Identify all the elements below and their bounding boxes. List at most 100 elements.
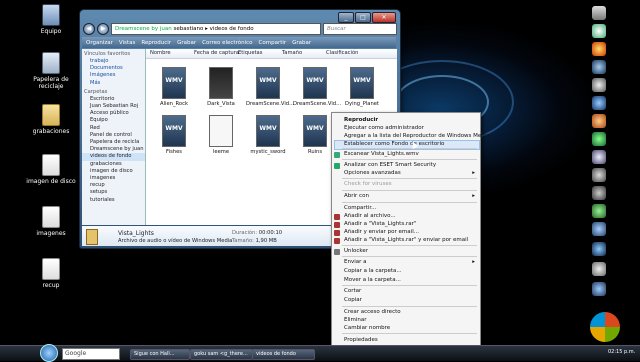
column-header[interactable]: Etiquetas: [234, 49, 278, 58]
gadget-icon[interactable]: [592, 150, 606, 164]
address-segment[interactable]: sebastiano: [174, 26, 204, 32]
column-header[interactable]: Clasificación: [322, 49, 366, 58]
column-header[interactable]: Fecha de captura: [190, 49, 239, 58]
toolbar-vistas[interactable]: Vistas: [119, 40, 135, 46]
folder-tree-item[interactable]: grabaciones: [82, 161, 145, 168]
toolbar-correo[interactable]: Correo electrónico: [202, 40, 252, 46]
desktop-icon-imagen-de-disco[interactable]: imagen de disco: [21, 154, 81, 185]
file-item[interactable]: Dark_Vista: [199, 67, 243, 107]
folder-tree-item[interactable]: imagen de disco: [82, 168, 145, 175]
taskbar-button[interactable]: videos de fondo: [252, 349, 315, 360]
back-button[interactable]: ◀: [83, 23, 95, 35]
close-button[interactable]: ✕: [372, 12, 396, 23]
gadget-icon[interactable]: [592, 6, 606, 20]
folder-tree-item-selected[interactable]: videos de fondo: [82, 153, 145, 161]
folder-tree-item[interactable]: Equipo: [82, 117, 145, 124]
context-menu-item[interactable]: Propiedades: [344, 337, 378, 343]
context-menu-item[interactable]: Copiar: [344, 297, 362, 303]
menu-item-icon: [334, 214, 340, 220]
context-menu-item[interactable]: Escanear Vista_Lights.wmv: [344, 151, 419, 157]
column-header[interactable]: Tamaño: [278, 49, 322, 58]
context-menu-item[interactable]: Unlocker: [344, 248, 368, 254]
favorite-link[interactable]: Imágenes: [82, 72, 145, 79]
gadget-icon[interactable]: [592, 168, 606, 182]
folder-tree-item[interactable]: Dreamscene by juan: [82, 146, 145, 153]
folder-tree-item[interactable]: recup: [82, 182, 145, 189]
desktop-icon-papelera[interactable]: Papelera de reciclaje: [21, 52, 81, 90]
toolbar-grabar-2[interactable]: Grabar: [292, 40, 311, 46]
gadget-icon[interactable]: [592, 78, 606, 92]
toolbar-organizar[interactable]: Organizar: [86, 40, 113, 46]
context-menu-item[interactable]: Crear acceso directo: [344, 309, 401, 315]
context-menu-item[interactable]: Cambiar nombre: [344, 325, 390, 331]
file-item[interactable]: WMV Fishes: [152, 115, 196, 155]
gadget-icon[interactable]: [592, 24, 606, 38]
file-item[interactable]: WMV Dying_Planet: [340, 67, 384, 107]
address-segment[interactable]: Dreamscene by juan: [115, 26, 172, 32]
gadget-icon[interactable]: [592, 262, 606, 276]
context-menu-item[interactable]: Añadir a "Vista_Lights.rar": [344, 221, 416, 227]
maximize-button[interactable]: □: [355, 12, 371, 23]
search-input[interactable]: Buscar: [323, 23, 397, 35]
file-item[interactable]: WMV Alien_Rock: [152, 67, 196, 107]
context-menu-item[interactable]: Analizar con ESET Smart Security: [344, 162, 436, 168]
context-menu-item[interactable]: Añadir a "Vista_Lights.rar" y enviar por…: [344, 237, 468, 243]
toolbar-reproducir[interactable]: Reproducir: [141, 40, 171, 46]
context-menu-item[interactable]: Cortar: [344, 288, 361, 294]
folder-tree-item[interactable]: Escritorio: [82, 96, 145, 103]
gadget-icon[interactable]: [592, 242, 606, 256]
context-menu-item[interactable]: Ejecutar como administrador: [344, 125, 424, 131]
context-menu-item[interactable]: Añadir y enviar por email...: [344, 229, 419, 235]
gadget-icon[interactable]: [592, 282, 606, 296]
start-button[interactable]: [40, 344, 58, 362]
gadget-icon[interactable]: [592, 96, 606, 110]
gadget-icon[interactable]: [592, 114, 606, 128]
gadget-icon[interactable]: [592, 204, 606, 218]
file-item[interactable]: WMV DreamScene.Vid...: [293, 67, 341, 107]
address-bar[interactable]: Dreamscene by juan sebastiano ▸ videos d…: [111, 23, 321, 35]
minimize-button[interactable]: _: [338, 12, 354, 23]
context-menu-item[interactable]: Compartir...: [344, 205, 376, 211]
desktop-icon-recup[interactable]: recup: [21, 258, 81, 289]
column-header[interactable]: Nombre: [146, 49, 190, 58]
context-menu-item[interactable]: Eliminar: [344, 317, 367, 323]
context-menu-item[interactable]: Enviar a: [344, 259, 367, 265]
taskbar-search-input[interactable]: Google: [62, 348, 120, 360]
folder-tree-item[interactable]: Acceso público: [82, 110, 145, 117]
gadget-icon[interactable]: [592, 222, 606, 236]
context-menu-item[interactable]: Opciones avanzadas: [344, 170, 401, 176]
forward-button[interactable]: ▶: [97, 23, 109, 35]
folder-tree-item[interactable]: Papelera de recicla: [82, 139, 145, 146]
folder-tree-item[interactable]: Panel de control: [82, 132, 145, 139]
desktop-icon-grabaciones[interactable]: grabaciones: [21, 104, 81, 135]
folder-tree-item[interactable]: tutoriales: [82, 197, 145, 204]
gadget-icon[interactable]: [592, 186, 606, 200]
address-segment[interactable]: videos de fondo: [210, 26, 254, 32]
folder-tree-item[interactable]: imagenes: [82, 175, 145, 182]
desktop-icon-imagenes[interactable]: imagenes: [21, 206, 81, 237]
file-item[interactable]: WMV DreamScene.Vid...: [246, 67, 294, 107]
gadget-icon[interactable]: [592, 132, 606, 146]
context-menu-item[interactable]: Añadir al archivo...: [344, 213, 396, 219]
gadget-icon[interactable]: [592, 42, 606, 56]
gadget-icon[interactable]: [592, 60, 606, 74]
favorite-link[interactable]: Más: [82, 80, 145, 87]
desktop-icon-equipo[interactable]: Equipo: [21, 4, 81, 35]
clock[interactable]: 02:15 p.m.: [608, 349, 635, 355]
context-menu-item[interactable]: Mover a la carpeta...: [344, 277, 401, 283]
context-menu-item[interactable]: Abrir con: [344, 193, 369, 199]
context-menu-item[interactable]: Establecer como Fondo de escritorio: [344, 141, 444, 147]
folders-header[interactable]: Carpetas: [82, 87, 145, 96]
folder-tree-item[interactable]: setups: [82, 189, 145, 196]
file-item[interactable]: WMV mystic_sword: [246, 115, 290, 155]
toolbar-compartir[interactable]: Compartir: [259, 40, 287, 46]
favorite-link[interactable]: trabajo: [82, 58, 145, 65]
context-menu-item[interactable]: Copiar a la carpeta...: [344, 268, 402, 274]
folder-tree-item[interactable]: Red: [82, 125, 145, 132]
context-menu-item[interactable]: Reproducir: [344, 117, 378, 123]
taskbar-button[interactable]: Sigue con Hall...: [130, 349, 190, 360]
file-item[interactable]: leeme: [199, 115, 243, 155]
context-menu-item[interactable]: Agregar a la lista del Reproductor de Wi…: [344, 133, 490, 139]
toolbar-grabar[interactable]: Grabar: [177, 40, 196, 46]
taskbar-button[interactable]: goku sam <g_there...: [190, 349, 253, 360]
